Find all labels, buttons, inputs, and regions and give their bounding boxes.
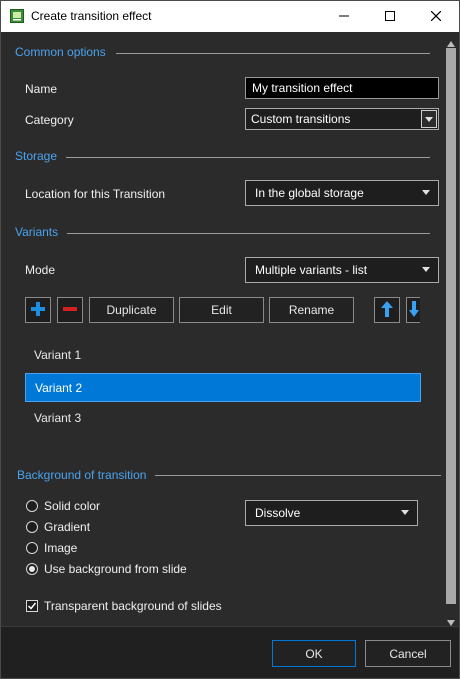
radio-gradient[interactable] [26, 521, 38, 533]
category-combo[interactable]: Custom transitions [245, 108, 439, 130]
effect-value: Dissolve [255, 506, 301, 520]
name-input[interactable]: My transition effect [245, 77, 439, 99]
list-item[interactable]: Variant 2 [25, 373, 421, 402]
chevron-down-icon [401, 510, 409, 515]
category-value: Custom transitions [251, 112, 351, 126]
minus-icon [62, 301, 78, 320]
plus-icon [30, 301, 46, 320]
mode-label: Mode [25, 263, 56, 277]
minimize-icon [339, 10, 349, 24]
dialog-footer: OK Cancel [1, 626, 459, 678]
dialog-title: Create transition effect [31, 9, 152, 23]
radio-label: Use background from slide [44, 562, 187, 576]
edit-button[interactable]: Edit [179, 297, 264, 323]
radio-label: Gradient [44, 520, 91, 534]
dialog-window: Create transition effect Common options … [0, 0, 460, 679]
chevron-down-icon [422, 267, 430, 272]
location-value: In the global storage [255, 186, 364, 200]
section-common-options: Common options [15, 45, 106, 59]
ok-button[interactable]: OK [272, 640, 356, 667]
transparent-background-label: Transparent background of slides [44, 599, 222, 613]
section-divider [66, 157, 430, 158]
radio-solid-color[interactable] [26, 500, 38, 512]
move-down-button[interactable] [406, 297, 420, 323]
vertical-scrollbar[interactable] [443, 32, 459, 626]
radio-label: Image [44, 541, 78, 555]
scrollbar-thumb[interactable] [446, 48, 456, 604]
location-dropdown[interactable]: In the global storage [245, 180, 439, 206]
list-item[interactable]: Variant 1 [25, 341, 421, 370]
maximize-icon [385, 10, 395, 24]
section-storage: Storage [15, 149, 58, 163]
mode-dropdown[interactable]: Multiple variants - list [245, 257, 439, 283]
location-label: Location for this Transition [25, 187, 166, 201]
dialog-content: Common options Name My transition effect… [1, 32, 443, 626]
section-divider [116, 53, 430, 54]
maximize-button[interactable] [367, 1, 413, 32]
radio-image[interactable] [26, 542, 38, 554]
chevron-down-icon [425, 117, 433, 122]
close-icon [430, 10, 442, 24]
effect-dropdown[interactable]: Dissolve [245, 500, 418, 526]
title-bar: Create transition effect [1, 1, 459, 32]
section-divider [155, 475, 441, 476]
move-up-button[interactable] [374, 297, 400, 323]
list-item[interactable]: Variant 3 [25, 404, 421, 433]
section-background: Background of transition [17, 468, 147, 482]
cancel-button[interactable]: Cancel [365, 640, 451, 667]
arrow-up-icon [380, 300, 394, 321]
category-dropdown-button[interactable] [421, 110, 437, 128]
checkmark-icon [27, 602, 37, 610]
rename-button[interactable]: Rename [269, 297, 354, 323]
radio-label: Solid color [44, 499, 101, 513]
arrow-down-icon [408, 300, 419, 321]
radio-use-slide-background[interactable] [26, 563, 38, 575]
chevron-down-icon [422, 190, 430, 195]
close-button[interactable] [413, 1, 459, 32]
name-label: Name [25, 82, 58, 96]
category-label: Category [25, 113, 74, 127]
mode-value: Multiple variants - list [255, 263, 368, 277]
minimize-button[interactable] [321, 1, 367, 32]
section-variants: Variants [15, 225, 59, 239]
section-divider [67, 233, 430, 234]
app-icon [10, 9, 24, 23]
add-variant-button[interactable] [25, 297, 51, 323]
transparent-background-checkbox[interactable] [26, 600, 38, 612]
remove-variant-button[interactable] [57, 297, 83, 323]
variants-list: Variant 1 Variant 2 Variant 3 [25, 341, 421, 434]
duplicate-button[interactable]: Duplicate [89, 297, 174, 323]
